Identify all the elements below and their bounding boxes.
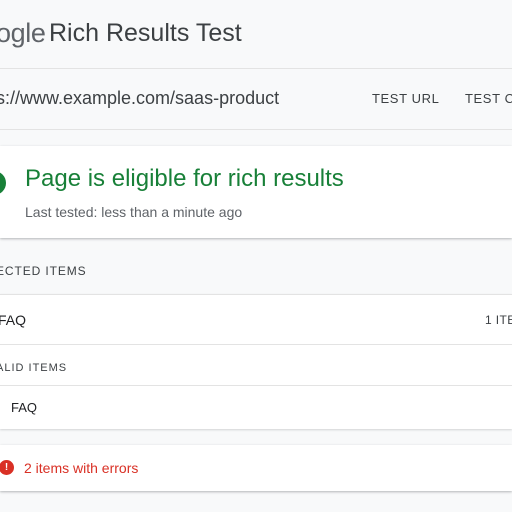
google-logo[interactable]: ogle [0, 18, 46, 49]
detected-item-faq[interactable]: FAQ 1 ITE [0, 295, 512, 345]
rich-results-test-page: ogle Rich Results Test s://www.example.c… [0, 0, 512, 512]
last-tested-text: Last tested: less than a minute ago [25, 204, 243, 220]
app-title: Rich Results Test [49, 19, 242, 47]
tested-url[interactable]: s://www.example.com/saas-product [0, 88, 279, 109]
errors-text: 2 items with errors [24, 460, 139, 476]
item-name: FAQ [11, 400, 38, 415]
detected-items-heading: ECTED ITEMS [0, 264, 87, 278]
error-icon: ! [0, 460, 14, 475]
eligibility-title: Page is eligible for rich results [25, 165, 344, 192]
test-code-button[interactable]: TEST C [465, 91, 512, 106]
test-url-button[interactable]: TEST URL [372, 91, 439, 106]
invalid-items-heading: ALID ITEMS [0, 362, 68, 374]
tested-url-bar: s://www.example.com/saas-product TEST UR… [0, 69, 512, 130]
errors-summary-card[interactable]: ! 2 items with errors [0, 445, 512, 491]
check-circle-icon [0, 171, 6, 195]
item-name: FAQ [0, 312, 27, 328]
invalid-item-faq[interactable]: FAQ [0, 385, 512, 428]
app-header: ogle Rich Results Test [0, 0, 512, 69]
item-count: 1 ITE [485, 313, 512, 327]
